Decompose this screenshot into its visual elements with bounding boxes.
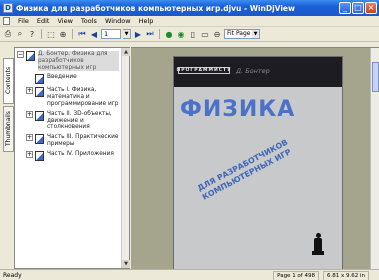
tree-node-part1[interactable]: + Часть I. Физика, математика и программ… bbox=[26, 87, 119, 107]
document-view[interactable]: ПРОГРАММИСТУ Д. Бонтер ФИЗИКА ДЛЯ РАЗРАБ… bbox=[131, 47, 379, 270]
menu-view[interactable]: View bbox=[57, 17, 72, 25]
toolbar: ⎙ ⌕ ? ⬚ ⊕ ⏮ ◀ 1 ▼ ▶ ⏭ ● ◉ ▯ ▭ ⊖ Fit Page… bbox=[0, 27, 379, 42]
bookmark-icon bbox=[35, 134, 44, 145]
first-page-icon[interactable]: ⏮ bbox=[77, 29, 87, 39]
page-size: 6.81 x 9.62 in bbox=[322, 271, 369, 280]
book-title: ФИЗИКА bbox=[180, 97, 296, 122]
tab-thumbnails[interactable]: Thumbnails bbox=[3, 106, 14, 152]
menu-tools[interactable]: Tools bbox=[81, 17, 97, 25]
status-bar: Ready Page 1 of 498 6.81 x 9.62 in bbox=[0, 269, 379, 280]
collapse-icon[interactable]: − bbox=[17, 51, 24, 58]
tree-node-label: Введение bbox=[47, 74, 77, 81]
print-icon[interactable]: ⎙ bbox=[3, 29, 13, 39]
chevron-down-icon[interactable]: ▼ bbox=[252, 30, 259, 38]
last-page-icon[interactable]: ⏭ bbox=[145, 29, 155, 39]
close-button[interactable]: × bbox=[365, 2, 377, 14]
scrollbar-thumb[interactable] bbox=[372, 62, 379, 92]
layout-icon[interactable]: ▭ bbox=[200, 29, 210, 39]
document-icon[interactable] bbox=[3, 17, 10, 25]
expand-icon[interactable]: + bbox=[26, 110, 33, 118]
bookmark-icon bbox=[35, 87, 44, 98]
menu-window[interactable]: Window bbox=[105, 17, 131, 25]
tree-node-part2[interactable]: + Часть II. 3D-объекты, движение и столк… bbox=[26, 110, 119, 131]
tree-node-label: Часть III. Практические примеры bbox=[47, 134, 119, 147]
scroll-down-icon[interactable]: ▼ bbox=[122, 260, 130, 268]
publisher-logo-icon bbox=[312, 233, 324, 257]
rotate-icon[interactable]: ● bbox=[164, 29, 174, 39]
title-bar[interactable]: D Физика для разработчиков компьютерных … bbox=[0, 0, 379, 16]
contents-tree: − Д. Бонтер. Физика для разработчиков ко… bbox=[15, 48, 121, 167]
scroll-up-icon[interactable]: ▲ bbox=[122, 48, 130, 56]
bookmark-icon bbox=[35, 110, 44, 121]
single-page-icon[interactable]: ▯ bbox=[188, 29, 198, 39]
book-subtitle: ДЛЯ РАЗРАБОТЧИКОВ КОМПЬЮТЕРНЫХ ИГР bbox=[196, 138, 294, 203]
help-icon[interactable]: ? bbox=[27, 29, 37, 39]
menu-bar: File Edit View Tools Window Help bbox=[0, 16, 379, 27]
tab-contents[interactable]: Contents bbox=[3, 58, 14, 104]
cover-header-band: ПРОГРАММИСТУ Д. Бонтер bbox=[174, 57, 342, 87]
tree-node-part4[interactable]: + Часть IV. Приложения bbox=[26, 150, 119, 161]
chevron-down-icon[interactable]: ▼ bbox=[123, 29, 131, 39]
document-page[interactable]: ПРОГРАММИСТУ Д. Бонтер ФИЗИКА ДЛЯ РАЗРАБ… bbox=[173, 56, 343, 270]
series-label: ПРОГРАММИСТУ bbox=[176, 67, 232, 74]
sidebar-tabs: Contents Thumbnails bbox=[3, 58, 14, 208]
status-right: Page 1 of 498 6.81 x 9.62 in bbox=[273, 271, 369, 280]
status-text: Ready bbox=[3, 271, 22, 279]
app-window: D Физика для разработчиков компьютерных … bbox=[0, 0, 379, 280]
bookmark-icon bbox=[35, 150, 44, 161]
tree-node-label: Часть II. 3D-объекты, движение и столкно… bbox=[47, 110, 112, 131]
maximize-button[interactable]: □ bbox=[352, 2, 364, 14]
author-name: Д. Бонтер bbox=[236, 67, 270, 75]
menu-help[interactable]: Help bbox=[139, 17, 154, 25]
toolbar-separator bbox=[72, 29, 73, 39]
tree-node-label: Д. Бонтер. Физика для разработчиков комп… bbox=[38, 51, 119, 72]
toolbar-separator bbox=[41, 29, 42, 39]
continuous-icon[interactable]: ◉ bbox=[176, 29, 186, 39]
zoom-value: Fit Page bbox=[227, 30, 251, 37]
zoom-icon[interactable]: ⊕ bbox=[58, 29, 68, 39]
window-controls: _ □ × bbox=[339, 2, 377, 14]
tree-node-label: Часть I. Физика, математика и программир… bbox=[47, 87, 119, 107]
panel-scrollbar[interactable]: ▲ ▼ bbox=[121, 48, 130, 268]
find-icon[interactable]: ⌕ bbox=[15, 29, 25, 39]
expand-icon[interactable]: + bbox=[26, 87, 33, 95]
contents-panel: − Д. Бонтер. Физика для разработчиков ко… bbox=[14, 47, 130, 269]
expand-icon[interactable]: + bbox=[26, 134, 33, 142]
document-scrollbar[interactable] bbox=[370, 48, 379, 269]
subtitle-line: ДЛЯ РАЗРАБОТЧИКОВ bbox=[196, 137, 290, 193]
select-icon[interactable]: ⬚ bbox=[46, 29, 56, 39]
minimize-button[interactable]: _ bbox=[339, 2, 351, 14]
prev-page-icon[interactable]: ◀ bbox=[89, 29, 99, 39]
tree-node-label: Часть IV. Приложения bbox=[47, 150, 114, 157]
zoom-select[interactable]: Fit Page ▼ bbox=[224, 29, 260, 39]
menu-file[interactable]: File bbox=[18, 17, 29, 25]
tree-node-root[interactable]: − Д. Бонтер. Физика для разработчиков ко… bbox=[17, 51, 119, 72]
bookmark-icon bbox=[26, 51, 35, 61]
app-icon: D bbox=[3, 3, 13, 13]
tree-node-part3[interactable]: + Часть III. Практические примеры bbox=[26, 134, 119, 148]
tree-node-intro[interactable]: Введение bbox=[26, 74, 119, 85]
zoom-out-icon[interactable]: ⊖ bbox=[212, 29, 222, 39]
bookmark-icon bbox=[35, 74, 44, 85]
page-number-input[interactable]: 1 bbox=[101, 29, 121, 39]
next-page-icon[interactable]: ▶ bbox=[133, 29, 143, 39]
expand-icon[interactable]: + bbox=[26, 150, 33, 158]
menu-edit[interactable]: Edit bbox=[37, 17, 50, 25]
page-count: Page 1 of 498 bbox=[273, 271, 319, 280]
window-title: Физика для разработчиков компьютерных иг… bbox=[16, 3, 295, 13]
toolbar-separator bbox=[159, 29, 160, 39]
